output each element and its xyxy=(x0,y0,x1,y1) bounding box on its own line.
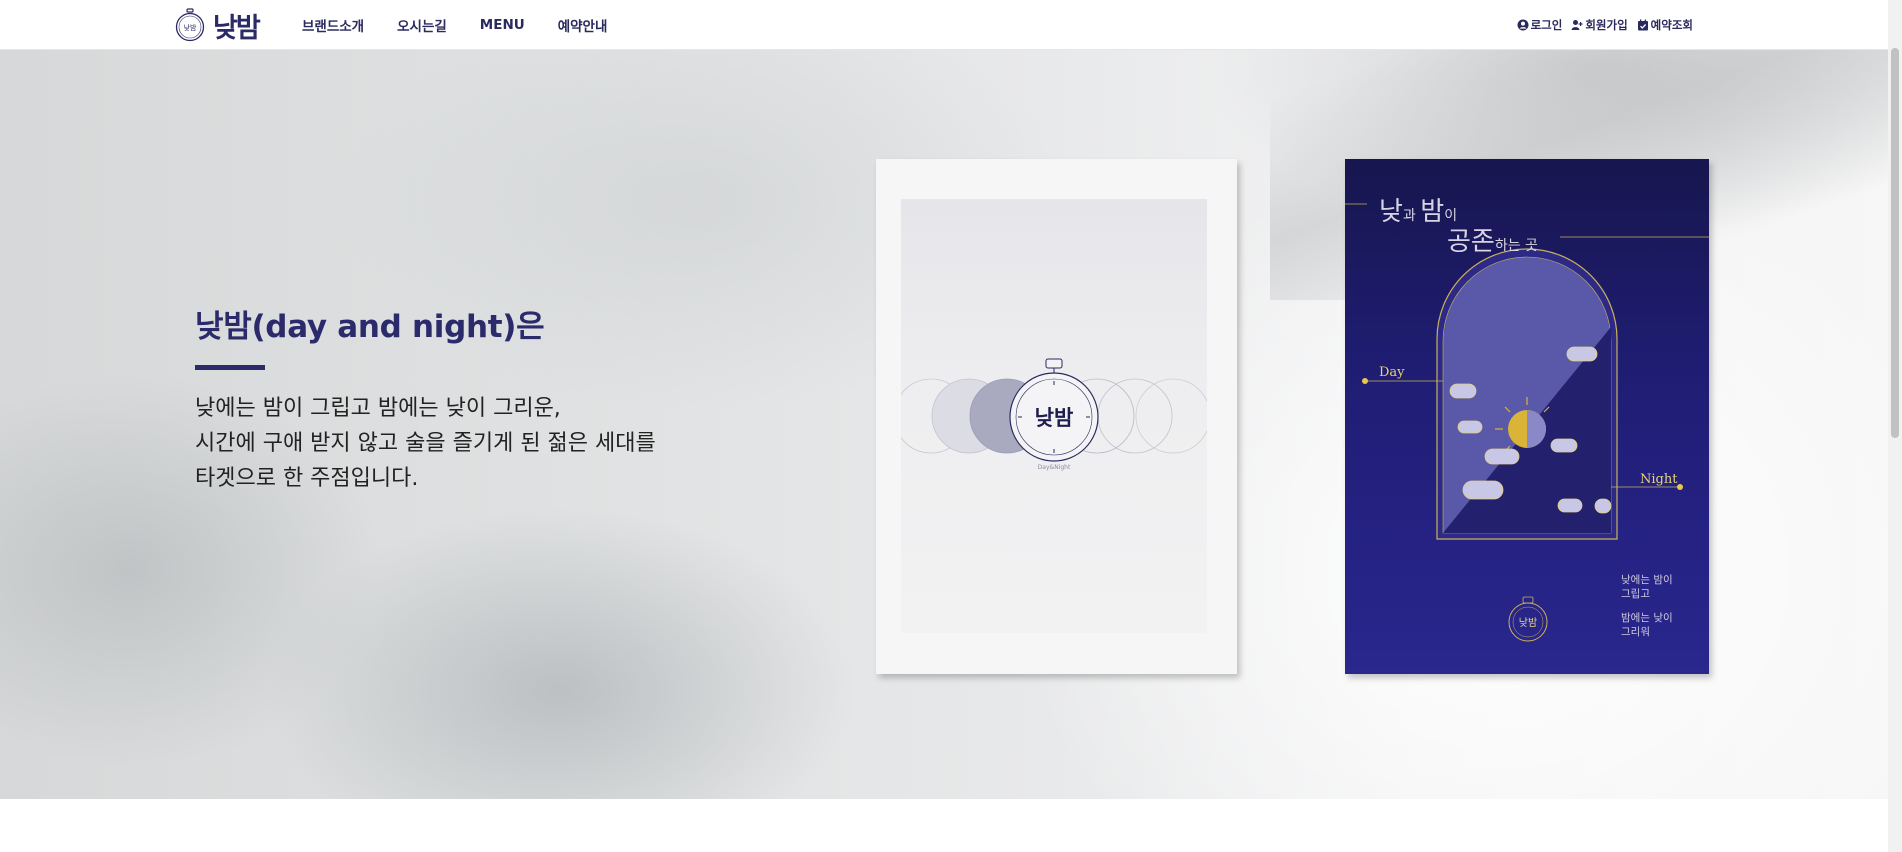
poster-light-logo: 낮밤 xyxy=(1035,405,1074,430)
reservation-check-link[interactable]: 예약조회 xyxy=(1637,17,1693,33)
hero-desc-line: 시간에 구애 받지 않고 술을 즐기게 된 젊은 세대를 xyxy=(195,431,656,456)
hero-description: 낮에는 밤이 그립고 밤에는 낮이 그리운, 시간에 구애 받지 않고 술을 즐… xyxy=(195,391,656,496)
poster-light-caption: Day&Night xyxy=(1038,464,1071,471)
poster-dark-day-label: Day xyxy=(1379,365,1405,380)
hero-title: 낮밤(day and night)은 xyxy=(195,309,545,345)
utility-nav: 로그인 회원가입 예약조회 xyxy=(1517,0,1693,50)
hero-divider xyxy=(195,365,265,370)
poster-dark-logo: 낮밤 xyxy=(1519,617,1537,629)
hero-section: 낮밤(day and night)은 낮에는 밤이 그립고 밤에는 낮이 그리운… xyxy=(0,50,1902,799)
poster-light: 낮밤 Day&Night xyxy=(876,159,1237,674)
user-plus-icon xyxy=(1571,20,1583,30)
calendar-check-icon xyxy=(1637,19,1648,31)
poster-dark-title-line1: 낮과 밤이 xyxy=(1379,197,1458,227)
login-link[interactable]: 로그인 xyxy=(1517,17,1563,33)
nav-reservation[interactable]: 예약안내 xyxy=(558,15,608,35)
svg-text:낮밤: 낮밤 xyxy=(184,23,197,32)
logo-text: 낮밤 xyxy=(213,12,261,44)
poster-dark-night-label: Night xyxy=(1640,472,1678,487)
signup-link[interactable]: 회원가입 xyxy=(1571,17,1628,33)
poster-dark-title-line2: 공존하는 곳 xyxy=(1447,227,1538,257)
poster-light-graphic: 낮밤 Day&Night xyxy=(901,358,1207,471)
user-circle-icon xyxy=(1517,19,1529,31)
signup-label: 회원가입 xyxy=(1585,18,1628,32)
main-nav: 브랜드소개 오시는길 MENU 예약안내 xyxy=(302,0,607,50)
login-label: 로그인 xyxy=(1530,18,1563,32)
nav-menu[interactable]: MENU xyxy=(480,17,525,33)
reservation-check-label: 예약조회 xyxy=(1650,18,1693,32)
page-scrollbar[interactable] xyxy=(1888,0,1902,852)
nav-brand-intro[interactable]: 브랜드소개 xyxy=(302,15,364,35)
hero-desc-line: 타겟으로 한 주점입니다. xyxy=(195,466,419,491)
poster-dark: 낮밤 낮과 밤이 공존하는 곳 Day Night 낮에는 밤이 그립고 밤에는… xyxy=(1345,159,1709,674)
clock-logo-icon: 낮밤 xyxy=(175,8,205,42)
site-header: 낮밤 낮밤 브랜드소개 오시는길 MENU 예약안내 로그인 회원가입 예약조회 xyxy=(0,0,1902,50)
poster-dark-sub-text: 밤에는 낮이 그리워 xyxy=(1621,612,1673,638)
site-logo[interactable]: 낮밤 낮밤 xyxy=(173,5,261,45)
nav-directions[interactable]: 오시는길 xyxy=(397,15,447,35)
scrollbar-thumb[interactable] xyxy=(1891,48,1899,438)
hero-desc-line: 낮에는 밤이 그립고 밤에는 낮이 그리운, xyxy=(195,396,561,421)
poster-dark-sub-text: 낮에는 밤이 그립고 xyxy=(1621,574,1673,600)
